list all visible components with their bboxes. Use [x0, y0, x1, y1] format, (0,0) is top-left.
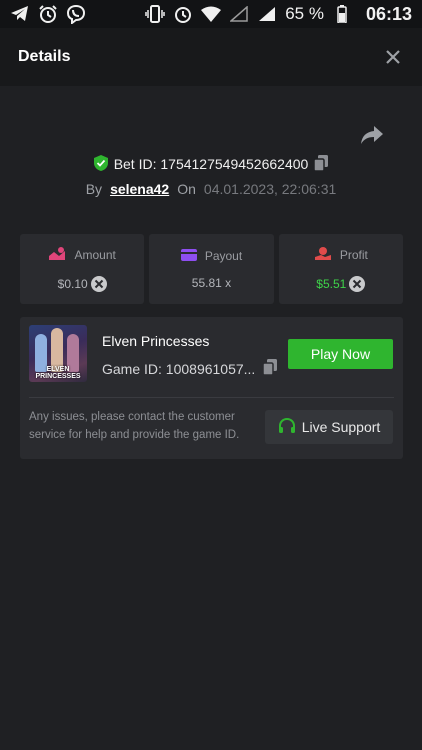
status-right: 65 % 06:13	[145, 4, 412, 25]
stat-profit-value: $5.51	[316, 276, 347, 291]
battery-percent: 65 %	[285, 4, 324, 23]
copy-icon	[262, 359, 278, 376]
currency-coin-icon	[349, 275, 366, 292]
page-title: Details	[18, 48, 71, 65]
signal-icon	[257, 4, 277, 24]
verified-shield-icon	[93, 154, 108, 174]
thumbnail-label: ELVEN PRINCESSES	[35, 366, 81, 380]
stat-payout-label: Payout	[204, 249, 243, 263]
game-name: Elven Princesses	[102, 333, 210, 349]
clock: 06:13	[365, 3, 412, 24]
close-button[interactable]	[382, 46, 404, 68]
status-bar: 65 % 06:13	[0, 0, 422, 28]
live-support-label: Live Support	[301, 419, 381, 435]
amount-icon	[48, 246, 66, 264]
status-left	[10, 4, 86, 24]
bet-stats: Amount $0.10 Payout 55.81 x Profit $5.51	[20, 234, 403, 304]
profit-icon	[314, 246, 332, 264]
bet-id: Bet ID: 1754127549452662400	[113, 156, 309, 172]
battery-icon	[332, 4, 352, 24]
bet-date: 04.01.2023, 22:06:31	[203, 181, 337, 197]
copy-icon	[313, 154, 329, 172]
share-button[interactable]	[360, 124, 384, 146]
wifi-icon	[201, 4, 222, 24]
stat-payout: Payout 55.81 x	[149, 234, 274, 304]
stat-payout-head: Payout	[180, 248, 243, 264]
stat-payout-value: 55.81 x	[191, 275, 232, 290]
support-text: Any issues, please contact the customer …	[29, 411, 240, 441]
play-now-button[interactable]: Play Now	[288, 339, 393, 369]
game-card: ELVEN PRINCESSES Elven Princesses Game I…	[20, 317, 403, 459]
stat-profit-label: Profit	[339, 248, 368, 262]
bet-id-row: Bet ID: 1754127549452662400	[0, 153, 422, 175]
game-thumbnail[interactable]: ELVEN PRINCESSES	[29, 325, 87, 382]
currency-coin-icon	[90, 275, 107, 292]
viber-icon	[66, 4, 86, 24]
close-icon	[386, 50, 400, 64]
share-icon	[361, 126, 383, 144]
details-header: Details	[0, 28, 422, 86]
game-id: Game ID: 1008961057...	[102, 360, 256, 377]
copy-bet-id-button[interactable]	[313, 154, 329, 174]
signal-empty-icon	[229, 4, 249, 24]
stat-amount-value: $0.10	[57, 276, 88, 291]
vibrate-icon	[145, 4, 165, 24]
stat-profit: Profit $5.51	[278, 234, 403, 304]
headset-icon	[278, 417, 296, 438]
stat-amount: Amount $0.10	[20, 234, 145, 304]
stat-payout-value-row: 55.81 x	[192, 276, 231, 290]
bet-meta-row: By selena42 On 04.01.2023, 22:06:31	[0, 179, 422, 199]
stat-amount-head: Amount	[48, 246, 116, 264]
alarm-icon	[38, 4, 58, 24]
stat-amount-value-row: $0.10	[57, 275, 107, 292]
stat-profit-head: Profit	[314, 246, 368, 264]
telegram-icon	[10, 4, 30, 24]
alarm-icon	[173, 4, 193, 24]
stat-profit-value-row: $5.51	[316, 275, 366, 292]
game-id-row: Game ID: 1008961057...	[102, 359, 278, 378]
username-link[interactable]: selena42	[110, 181, 169, 197]
copy-game-id-button[interactable]	[262, 359, 278, 378]
by-label: By	[85, 181, 103, 197]
on-label: On	[177, 181, 196, 197]
payout-card-icon	[180, 248, 197, 264]
divider	[29, 397, 394, 398]
stat-amount-label: Amount	[74, 248, 116, 262]
live-support-button[interactable]: Live Support	[265, 410, 393, 444]
